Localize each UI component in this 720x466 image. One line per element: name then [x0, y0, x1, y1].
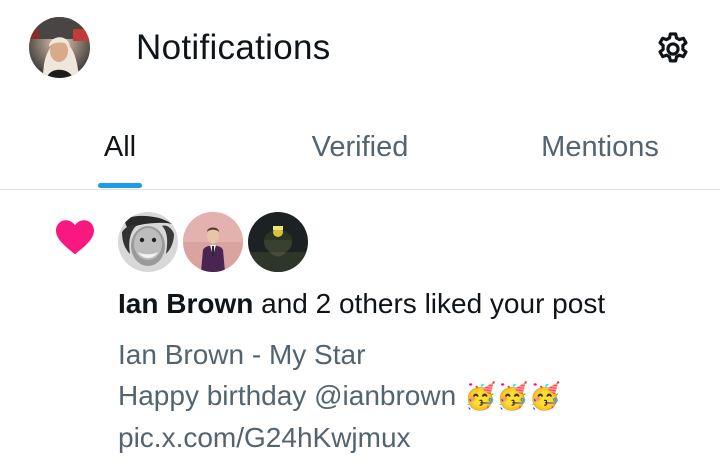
ian-brown-avatar[interactable]: [118, 212, 178, 272]
liker-avatars: [118, 212, 308, 272]
actor-name[interactable]: Ian Brown: [118, 288, 253, 319]
liker-3-avatar[interactable]: [248, 212, 308, 272]
post-line-2: Happy birthday @ianbrown 🥳🥳🥳: [118, 375, 561, 417]
post-link[interactable]: pic.x.com/G24hKwjmux: [118, 417, 561, 458]
post-preview[interactable]: Ian Brown - My Star Happy birthday @ianb…: [118, 334, 561, 458]
heart-icon: [56, 220, 94, 255]
notification-summary: Ian Brown and 2 others liked your post: [118, 288, 605, 320]
notification-tabs: All Verified Mentions: [0, 104, 720, 190]
tab-label: Verified: [311, 131, 409, 163]
post-line-1: Ian Brown - My Star: [118, 339, 366, 370]
page-title: Notifications: [136, 28, 331, 67]
like-notification[interactable]: Ian Brown and 2 others liked your post I…: [0, 192, 720, 466]
settings-button[interactable]: [650, 26, 696, 72]
action-text: and 2 others liked your post: [253, 288, 606, 319]
tab-verified[interactable]: Verified: [280, 104, 440, 190]
liker-2-avatar[interactable]: [183, 212, 243, 272]
profile-avatar[interactable]: [29, 17, 90, 78]
header: Notifications: [0, 0, 720, 100]
post-line-2-text: Happy birthday @ianbrown: [118, 380, 464, 411]
tab-label: All: [103, 131, 137, 163]
active-tab-indicator: [98, 183, 142, 188]
tab-label: Mentions: [541, 131, 659, 163]
gear-icon: [658, 32, 688, 63]
party-face-emoji: 🥳🥳🥳: [463, 381, 562, 411]
tab-mentions[interactable]: Mentions: [520, 104, 680, 190]
tab-all[interactable]: All: [70, 104, 170, 190]
